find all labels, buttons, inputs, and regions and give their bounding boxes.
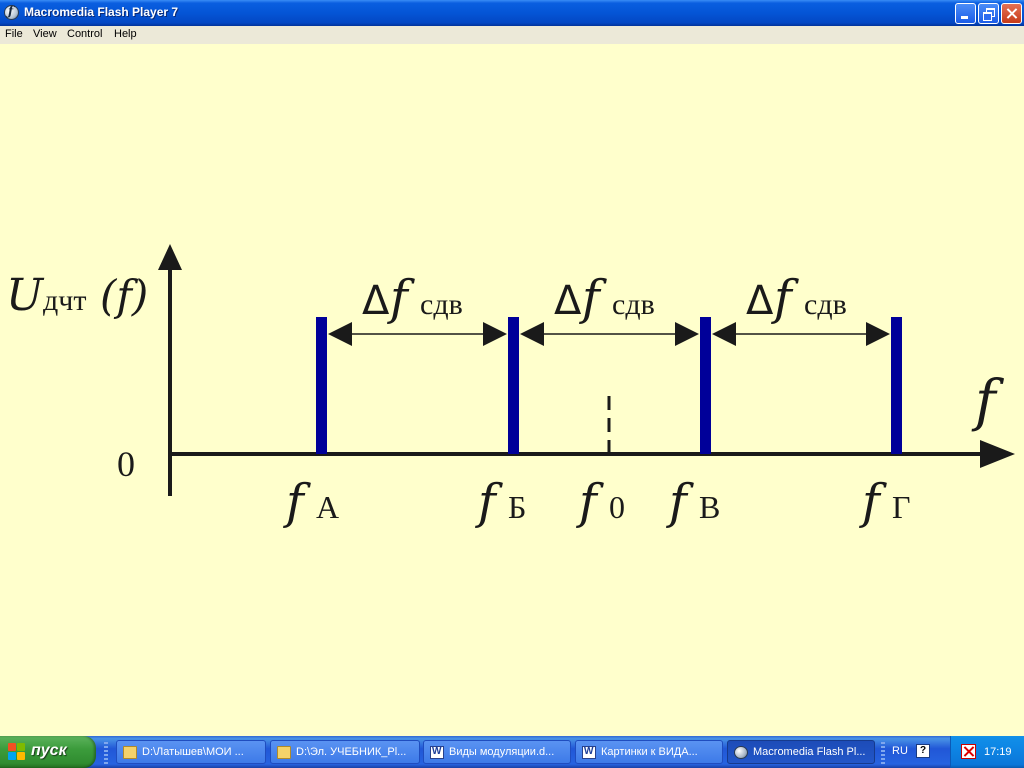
spectral-line-g bbox=[891, 317, 902, 454]
task-button-word-2[interactable]: Картинки к ВИДА... bbox=[575, 740, 723, 764]
spectral-line-v bbox=[700, 317, 711, 454]
help-icon[interactable]: ? bbox=[916, 744, 930, 758]
task-button-folder-1[interactable]: D:\Латышев\МОИ ... bbox=[116, 740, 266, 764]
svg-text:Δ: Δ bbox=[554, 278, 582, 324]
title-bar: Macromedia Flash Player 7 bbox=[0, 0, 1024, 26]
svg-text:сдв: сдв bbox=[612, 288, 655, 321]
tick-label-fv: f В bbox=[666, 474, 720, 530]
svg-text:сдв: сдв bbox=[420, 288, 463, 321]
svg-text:Δ: Δ bbox=[362, 278, 390, 324]
svg-text:f: f bbox=[283, 474, 311, 530]
svg-text:0: 0 bbox=[609, 489, 625, 525]
language-indicator[interactable]: RU bbox=[892, 745, 908, 757]
spacing-arrow-3 bbox=[712, 322, 890, 346]
spacing-label-2: Δ f сдв bbox=[554, 270, 655, 326]
task-label: D:\Латышев\МОИ ... bbox=[142, 746, 244, 758]
restore-button[interactable] bbox=[978, 3, 999, 24]
menu-view[interactable]: View bbox=[33, 28, 57, 40]
taskbar: пуск D:\Латышев\МОИ ... D:\Эл. УЧЕБНИК_P… bbox=[0, 736, 1024, 768]
word-document-icon bbox=[430, 746, 444, 759]
taskbar-grip[interactable] bbox=[104, 742, 108, 764]
svg-text:Б: Б bbox=[508, 489, 526, 525]
x-axis-arrow bbox=[980, 440, 1015, 468]
task-button-folder-2[interactable]: D:\Эл. УЧЕБНИК_Pl... bbox=[270, 740, 420, 764]
task-label: Macromedia Flash Pl... bbox=[753, 746, 866, 758]
word-document-icon bbox=[582, 746, 596, 759]
svg-text:В: В bbox=[699, 489, 720, 525]
flash-stage[interactable]: U дчт (f) f 0 Δ f сдв Δ f сдв Δ f сдв f … bbox=[0, 44, 1024, 736]
tick-label-fg: f Г bbox=[859, 474, 911, 530]
task-label: D:\Эл. УЧЕБНИК_Pl... bbox=[296, 746, 407, 758]
svg-text:Г: Г bbox=[892, 489, 911, 525]
svg-text:f: f bbox=[387, 270, 415, 326]
spacing-label-1: Δ f сдв bbox=[362, 270, 463, 326]
flash-player-icon bbox=[734, 746, 748, 759]
svg-text:f: f bbox=[771, 270, 799, 326]
window-title: Macromedia Flash Player 7 bbox=[24, 5, 179, 19]
tick-label-fa: f А bbox=[283, 474, 339, 530]
minimize-button[interactable] bbox=[955, 3, 976, 24]
task-button-flash-player[interactable]: Macromedia Flash Pl... bbox=[727, 740, 875, 764]
task-button-word-1[interactable]: Виды модуляции.d... bbox=[423, 740, 571, 764]
menu-help[interactable]: Help bbox=[114, 28, 137, 40]
tick-label-f0: f 0 bbox=[576, 474, 625, 530]
svg-text:Δ: Δ bbox=[746, 278, 774, 324]
y-axis-arrow bbox=[158, 244, 182, 270]
y-axis-label-main: U bbox=[6, 270, 45, 321]
menu-file[interactable]: File bbox=[5, 28, 23, 40]
start-button[interactable]: пуск bbox=[0, 736, 96, 768]
spectral-line-a bbox=[316, 317, 327, 454]
y-axis-label-arg: (f) bbox=[100, 271, 148, 320]
svg-text:f: f bbox=[579, 270, 607, 326]
folder-icon bbox=[277, 746, 291, 759]
y-axis-label-sub: дчт bbox=[43, 284, 86, 317]
spacing-arrow-1 bbox=[328, 322, 507, 346]
antivirus-tray-icon[interactable] bbox=[961, 744, 976, 759]
svg-text:f: f bbox=[666, 474, 694, 530]
task-label: Виды модуляции.d... bbox=[449, 746, 555, 758]
spacing-arrow-2 bbox=[520, 322, 699, 346]
origin-label: 0 bbox=[117, 444, 135, 484]
spacing-label-3: Δ f сдв bbox=[746, 270, 847, 326]
system-tray: 17:19 bbox=[950, 736, 1024, 768]
task-label: Картинки к ВИДА... bbox=[601, 746, 698, 758]
svg-text:f: f bbox=[475, 474, 503, 530]
spectrum-diagram: U дчт (f) f 0 Δ f сдв Δ f сдв Δ f сдв f … bbox=[6, 244, 1015, 530]
close-button[interactable] bbox=[1001, 3, 1022, 24]
taskbar-grip[interactable] bbox=[881, 742, 885, 764]
x-axis-label: f bbox=[971, 369, 1005, 434]
flash-player-icon[interactable] bbox=[4, 4, 19, 20]
svg-text:сдв: сдв bbox=[804, 288, 847, 321]
svg-text:f: f bbox=[576, 474, 604, 530]
svg-text:f: f bbox=[859, 474, 887, 530]
folder-icon bbox=[123, 746, 137, 759]
clock[interactable]: 17:19 bbox=[984, 746, 1012, 758]
svg-text:А: А bbox=[316, 489, 339, 525]
spectral-line-b bbox=[508, 317, 519, 454]
tick-label-fb: f Б bbox=[475, 474, 526, 530]
windows-logo-icon bbox=[8, 743, 26, 761]
menu-control[interactable]: Control bbox=[67, 28, 102, 40]
menu-bar: File View Control Help bbox=[0, 26, 1024, 44]
start-label: пуск bbox=[31, 742, 67, 759]
